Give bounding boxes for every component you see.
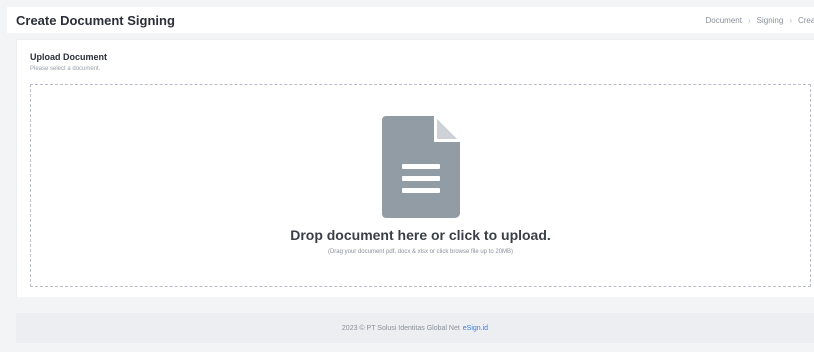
page-title: Create Document Signing [16,12,175,28]
file-document-icon [382,116,460,218]
footer-brand-link[interactable]: eSign.id [463,325,488,332]
breadcrumb-separator-icon: › [789,15,792,25]
footer: 2023 © PT Solusi Identitas Global Net eS… [16,313,814,343]
breadcrumb-separator-icon: › [747,15,751,25]
upload-card-subtitle: Please select a document. [30,66,101,72]
footer-copyright: 2023 © PT Solusi Identitas Global Net [341,324,460,332]
upload-card: Upload Document Please select a document… [16,39,814,297]
dropzone-hint: (Drag your document pdf, docx & xlsx or … [327,249,514,255]
page-title-bar: Create Document Signing Document › Signi… [7,7,814,33]
breadcrumb-item-create: Create [797,15,814,25]
document-dropzone[interactable]: Drop document here or click to upload. (… [30,84,811,287]
upload-card-title: Upload Document [30,52,108,62]
breadcrumb-item-document[interactable]: Document [705,16,741,25]
breadcrumb-item-signing[interactable]: Signing [757,16,784,25]
breadcrumb: Document › Signing › Create [705,16,814,25]
dropzone-title: Drop document here or click to upload. [290,227,551,243]
